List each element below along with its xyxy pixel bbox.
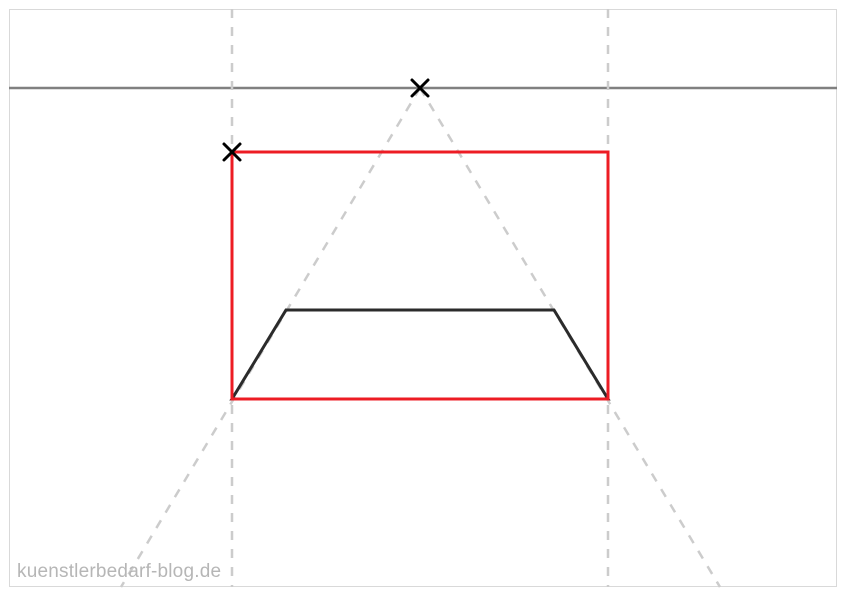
watermark-text: kuenstlerbedarf-blog.de [17,561,221,583]
perspective-diagram [0,0,846,596]
red-rectangle [232,152,608,399]
trapezoid-shape [232,310,608,399]
